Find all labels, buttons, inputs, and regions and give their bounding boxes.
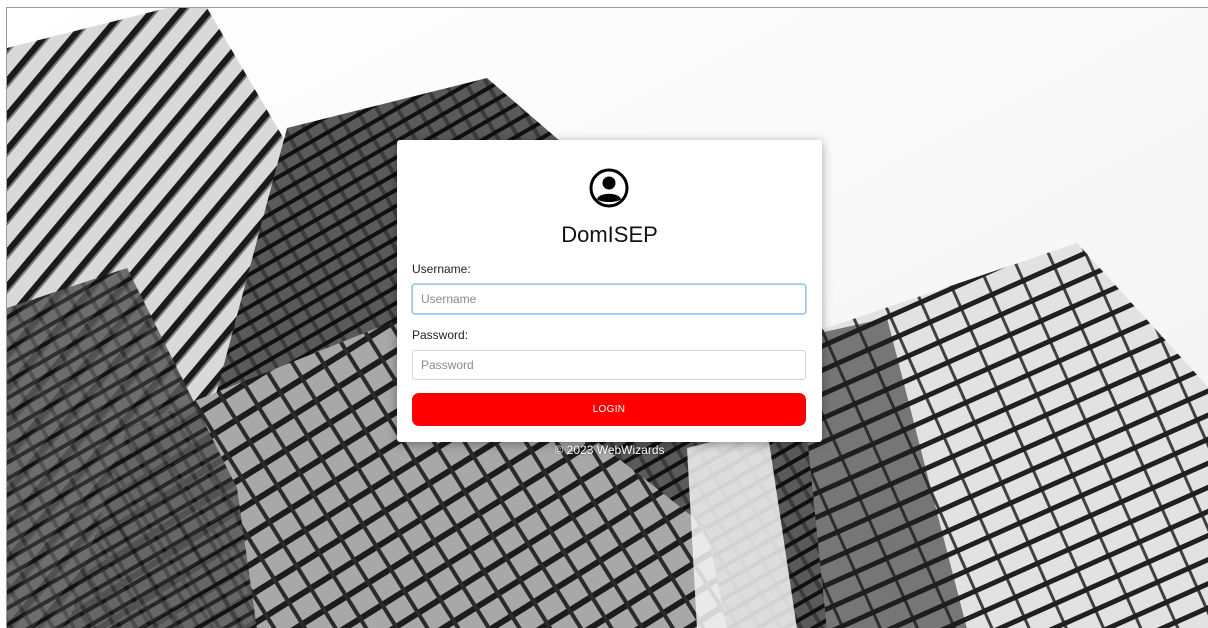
- username-input[interactable]: [412, 284, 806, 314]
- copyright-footer: © 2023 WebWizards: [554, 443, 665, 457]
- login-button[interactable]: LOGIN: [412, 393, 806, 426]
- login-card: DomISEP Username: Password: LOGIN: [397, 140, 822, 442]
- user-circle-icon: [589, 168, 629, 208]
- page-title: DomISEP: [561, 222, 658, 247]
- browser-viewport: DomISEP Username: Password: LOGIN © 2023…: [6, 7, 1208, 628]
- username-label: Username:: [412, 262, 471, 276]
- page: DomISEP Username: Password: LOGIN © 2023…: [0, 0, 1208, 628]
- password-label: Password:: [412, 328, 469, 342]
- password-input[interactable]: [412, 350, 806, 380]
